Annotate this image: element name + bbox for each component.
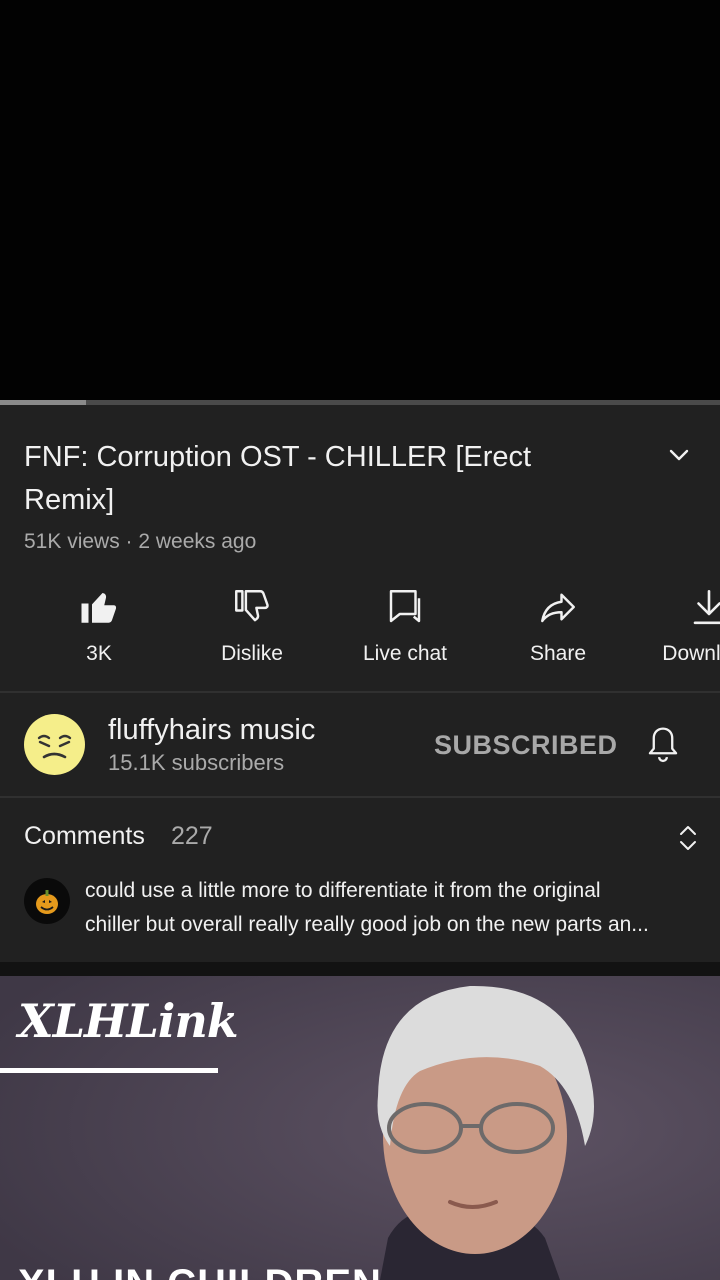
thumbs-down-icon: [235, 590, 269, 622]
top-comment-line: could use a little more to differentiate…: [85, 879, 601, 902]
sweat-smile-face-icon: [37, 734, 72, 759]
next-video-thumbnail[interactable]: XLHLink XLH IN CHILDREN: [0, 976, 720, 1280]
live-chat-button[interactable]: Live chat: [340, 582, 470, 682]
dislike-button[interactable]: Dislike: [187, 582, 317, 682]
live-chat-label: Live chat: [362, 642, 448, 665]
channel-avatar[interactable]: [24, 714, 85, 775]
pumpkin-avatar-icon: [36, 890, 58, 914]
comments-count: 227: [171, 822, 213, 850]
video-title[interactable]: FNF: Corruption OST - CHILLER [Erect Rem…: [24, 436, 624, 522]
video-progress-bar[interactable]: [0, 400, 720, 405]
subscriber-count: 15.1K subscribers: [108, 750, 285, 775]
bell-icon[interactable]: [644, 724, 682, 764]
top-comment[interactable]: could use a little more to differentiate…: [85, 874, 705, 942]
video-player[interactable]: [0, 0, 720, 402]
download-label: Download: [662, 642, 720, 665]
video-meta[interactable]: 51K views · 2 weeks ago: [24, 530, 256, 554]
subscribed-button[interactable]: SUBSCRIBED: [434, 730, 618, 761]
divider: [0, 691, 720, 693]
chevron-down-icon[interactable]: [664, 440, 694, 470]
comments-section[interactable]: Comments 227 could use a little more to …: [0, 798, 720, 962]
like-button[interactable]: 3K: [34, 582, 164, 682]
dislike-label: Dislike: [221, 642, 283, 665]
action-row: 3K Dislike Live chat Share Download: [0, 582, 720, 682]
share-label: Share: [529, 642, 587, 665]
thumbs-up-filled-icon: [81, 593, 117, 623]
thumbnail-underline: [0, 1068, 218, 1073]
live-chat-icon: [389, 590, 421, 623]
comments-title: Comments: [24, 822, 145, 850]
thumbnail-logo: XLHLink: [18, 994, 239, 1048]
channel-name[interactable]: fluffyhairs music: [108, 714, 315, 747]
video-progress-fill: [0, 400, 87, 405]
download-icon: [693, 589, 720, 625]
section-gap: [0, 962, 720, 976]
share-icon: [541, 593, 575, 623]
download-button[interactable]: Download: [644, 582, 720, 682]
commenter-avatar: [24, 878, 70, 924]
expand-collapse-icon[interactable]: [674, 822, 702, 854]
top-comment-line: chiller but overall really really good j…: [85, 913, 649, 936]
channel-row[interactable]: fluffyhairs music 15.1K subscribers SUBS…: [0, 694, 720, 796]
share-button[interactable]: Share: [493, 582, 623, 682]
thumbnail-caption: XLH IN CHILDREN: [18, 1262, 382, 1280]
like-count: 3K: [86, 642, 112, 665]
